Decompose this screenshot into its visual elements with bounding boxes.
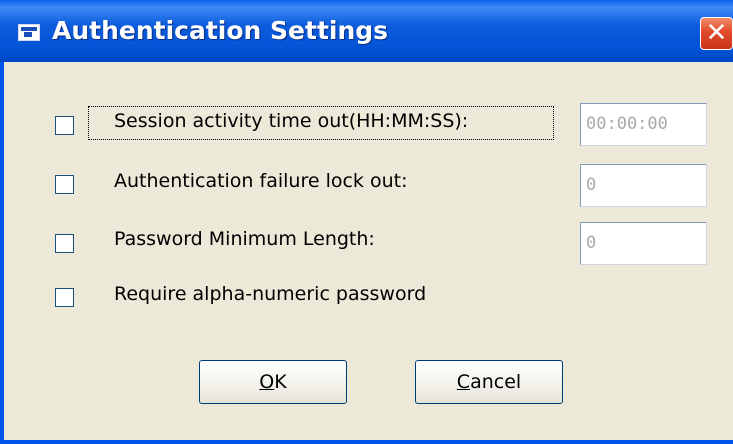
- cancel-mnemonic: C: [456, 371, 471, 393]
- ok-button[interactable]: OK: [199, 360, 347, 404]
- title-bar[interactable]: Authentication Settings ✕: [0, 0, 733, 62]
- window-title: Authentication Settings: [52, 16, 389, 45]
- lockout-label: Authentication failure lock out:: [114, 170, 408, 192]
- cancel-button[interactable]: Cancel: [415, 360, 563, 404]
- session-timeout-input[interactable]: 00:00:00: [580, 103, 707, 146]
- session-timeout-checkbox[interactable]: [55, 116, 74, 135]
- ok-label-rest: K: [274, 371, 287, 393]
- alphanumeric-label: Require alpha-numeric password: [114, 283, 427, 305]
- close-icon: ✕: [705, 18, 728, 48]
- session-timeout-label: Session activity time out(HH:MM:SS):: [114, 110, 469, 132]
- lockout-input[interactable]: 0: [580, 164, 707, 207]
- password-min-length-input[interactable]: 0: [580, 222, 707, 265]
- authentication-settings-dialog: Authentication Settings ✕ Session activi…: [0, 0, 733, 444]
- alphanumeric-checkbox[interactable]: [55, 288, 74, 307]
- window-icon: [18, 24, 40, 41]
- ok-mnemonic: O: [259, 371, 275, 393]
- close-button[interactable]: ✕: [700, 17, 733, 50]
- password-min-length-checkbox[interactable]: [55, 234, 74, 253]
- cancel-label-rest: ancel: [470, 371, 522, 393]
- password-min-length-label: Password Minimum Length:: [114, 228, 375, 250]
- lockout-checkbox[interactable]: [55, 175, 74, 194]
